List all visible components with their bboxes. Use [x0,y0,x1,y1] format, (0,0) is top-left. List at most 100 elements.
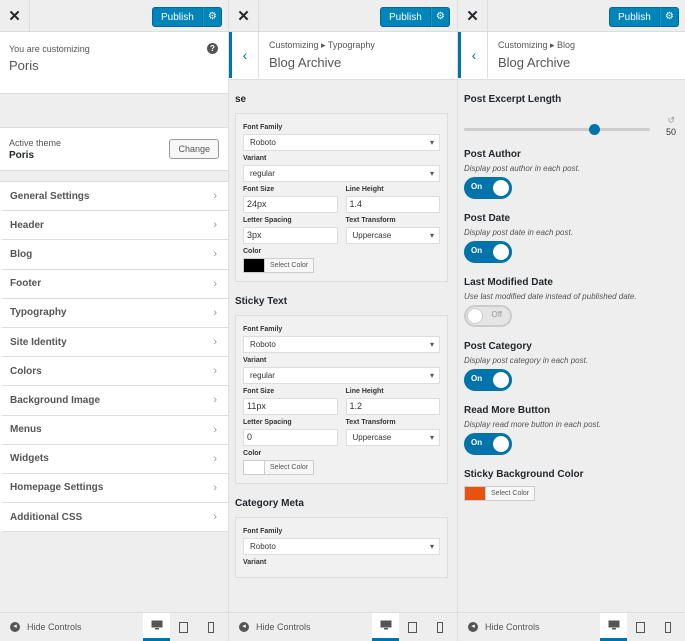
color-swatch[interactable] [243,258,265,273]
menu-item-typography[interactable]: Typography › [0,298,228,328]
line-height-input[interactable]: 1.2 [345,398,440,415]
gear-icon[interactable]: ⚙ [659,7,679,27]
post-author-toggle[interactable]: On [464,177,512,199]
tablet-icon[interactable] [170,613,197,641]
chevron-right-icon: › [213,511,217,524]
slider-track[interactable] [464,128,650,131]
sticky-bg-control: Sticky Background Color Select Color [464,469,685,501]
post-date-toggle[interactable]: On [464,241,512,263]
letter-spacing-input[interactable]: 3px [243,227,338,244]
variant-select[interactable]: regular [243,367,440,384]
text-transform-select[interactable]: Uppercase [345,429,440,446]
close-icon[interactable]: ✕ [458,0,488,32]
variant-select[interactable]: regular [243,165,440,182]
menu-item-header[interactable]: Header › [0,211,228,241]
font-size-input[interactable]: 24px [243,196,338,213]
close-icon[interactable]: ✕ [0,0,30,32]
toggle-knob [493,244,509,260]
toggle-label: On [471,246,483,255]
desktop-icon[interactable] [372,612,399,641]
menu-item-colors[interactable]: Colors › [0,357,228,387]
hide-controls-button[interactable]: ◂ Hide Controls [10,622,82,632]
color-picker[interactable]: Select Color [243,258,440,273]
gear-icon[interactable]: ⚙ [430,7,450,27]
letter-spacing-input[interactable]: 0 [243,429,338,446]
site-name: Poris [9,58,39,73]
menu-item-footer[interactable]: Footer › [0,269,228,299]
font-family-select[interactable]: Roboto [243,134,440,151]
desktop-icon[interactable] [143,612,170,641]
color-swatch[interactable] [243,460,265,475]
chevron-right-icon: › [213,336,217,349]
chevron-right-icon: › [213,481,217,494]
read-more-toggle[interactable]: On [464,433,512,455]
hide-controls-button[interactable]: ◂ Hide Controls [239,622,311,632]
page-title: Blog Archive [498,55,571,70]
menu-item-additional-css[interactable]: Additional CSS › [0,503,228,533]
back-icon[interactable]: ‹ [229,32,259,78]
color-swatch[interactable] [464,486,486,501]
reset-icon[interactable]: ↺ [667,115,675,126]
menu-item-homepage-settings[interactable]: Homepage Settings › [0,473,228,504]
mobile-icon[interactable] [654,613,681,641]
gear-icon[interactable]: ⚙ [202,7,222,27]
font-size-input[interactable]: 11px [243,398,338,415]
publish-group: Publish ⚙ [609,7,679,27]
text-transform-label: Text Transform [345,217,396,224]
publish-button[interactable]: Publish [152,7,203,27]
menu-item-general-settings[interactable]: General Settings › [0,182,228,212]
collapse-icon: ◂ [10,622,20,632]
menu-item-label: Header [10,219,44,231]
tablet-icon[interactable] [627,613,654,641]
last-modified-toggle[interactable]: Off [464,305,512,327]
menu-item-widgets[interactable]: Widgets › [0,444,228,474]
chevron-right-icon: › [213,219,217,232]
tablet-icon[interactable] [399,613,426,641]
color-picker[interactable]: Select Color [464,486,685,501]
font-family-select[interactable]: Roboto [243,538,440,555]
chevron-right-icon: › [213,365,217,378]
select-color-button[interactable]: Select Color [486,486,536,501]
text-transform-select[interactable]: Uppercase [345,227,440,244]
select-color-button[interactable]: Select Color [265,258,315,273]
help-icon[interactable]: ? [207,43,218,54]
chevron-right-icon: › [213,248,217,261]
excerpt-length-slider[interactable]: ↺ 50 [464,115,685,137]
menu-item-label: Blog [10,248,33,260]
last-modified-control: Last Modified Date Use last modified dat… [464,277,685,327]
menu-item-site-identity[interactable]: Site Identity › [0,327,228,358]
line-height-input[interactable]: 1.4 [345,196,440,213]
color-picker[interactable]: Select Color [243,460,440,475]
menu-item-menus[interactable]: Menus › [0,415,228,445]
theme-name: Poris [9,150,35,161]
post-category-toggle[interactable]: On [464,369,512,391]
publish-button[interactable]: Publish [609,7,660,27]
font-family-select[interactable]: Roboto [243,336,440,353]
menu-item-background-image[interactable]: Background Image › [0,386,228,416]
mobile-icon[interactable] [197,613,224,641]
slider-value: 50 [665,127,676,137]
toggle-label: On [471,182,483,191]
menu-item-blog[interactable]: Blog › [0,240,228,270]
menu-item-label: Widgets [10,453,49,465]
device-switcher [600,612,681,641]
desktop-icon[interactable] [600,612,627,641]
menu-item-label: Site Identity [10,336,67,348]
customizing-info: You are customizing Poris ? [0,32,228,94]
mobile-icon[interactable] [426,613,453,641]
chevron-right-icon: › [213,423,217,436]
chevron-right-icon: › [213,190,217,203]
publish-button[interactable]: Publish [380,7,431,27]
chevron-right-icon: › [213,394,217,407]
section-title: se [235,94,247,105]
select-color-button[interactable]: Select Color [265,460,315,475]
top-bar: ✕ Publish ⚙ [0,0,228,32]
typography-controls: se Font Family Roboto Variant regular Fo… [229,80,457,612]
back-icon[interactable]: ‹ [458,32,488,78]
blog-controls: Post Excerpt Length ↺ 50 Post Author Dis… [458,80,685,612]
slider-handle[interactable] [589,124,601,135]
close-icon[interactable]: ✕ [229,0,259,32]
hide-controls-button[interactable]: ◂ Hide Controls [468,622,540,632]
change-theme-button[interactable]: Change [169,139,219,159]
post-author-title: Post Author [464,149,521,160]
